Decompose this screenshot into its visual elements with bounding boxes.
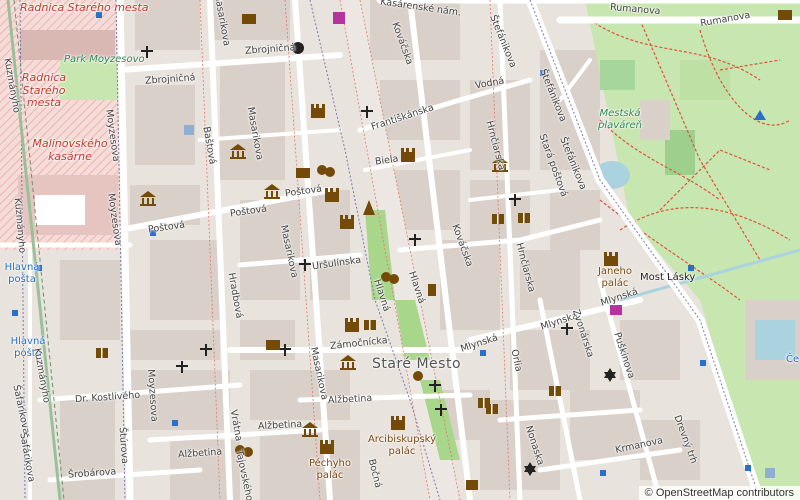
courtyard (35, 195, 85, 225)
castle-icon (325, 188, 339, 202)
castle-icon (311, 104, 325, 118)
label-most-lasky: Most Lásky (640, 272, 696, 283)
label-radnica-stareho-2: Radnica Starého mesta (21, 71, 67, 110)
castle-icon (320, 440, 334, 454)
library-icon (364, 320, 376, 330)
courthouse-icon (242, 14, 256, 24)
map-canvas[interactable]: Radnica Starého mesta Radnica Starého me… (0, 0, 800, 500)
label-radnica-stareho-1: Radnica Starého mesta (20, 1, 149, 14)
cinema-icon (266, 340, 280, 350)
library-icon (549, 386, 561, 396)
library-icon (486, 404, 498, 414)
shop-basket-icon (610, 305, 622, 315)
label-stare-mesto: Staré Mesto (372, 356, 462, 372)
castle-icon (401, 148, 415, 162)
castle-icon (345, 318, 359, 332)
artwork-icon (466, 480, 478, 490)
castle-icon (391, 416, 405, 430)
shop-icon (333, 12, 345, 24)
label-mestska-plavaren: Mestská plaváreň (598, 108, 642, 131)
map-attribution[interactable]: © OpenStreetMap contributors (638, 486, 800, 500)
label-ce: Če (786, 354, 800, 365)
parking-icon (765, 468, 775, 478)
street-label: Alžbetina (327, 392, 373, 407)
park-meadow (680, 60, 730, 100)
street-label: Alžbetina (257, 418, 303, 433)
sun-dial-icon (413, 371, 423, 381)
label-malinovskeho: Malinovského kasárne (32, 137, 108, 163)
label-arcibiskupsky-palac: Arcibiskupský palác (367, 434, 437, 457)
library-icon (492, 214, 504, 224)
parking-icon (184, 125, 194, 135)
castle-icon (604, 252, 618, 266)
label-janeho-palac: Janeho palác (597, 266, 633, 289)
sculpture-icon (428, 284, 436, 296)
castle-icon (340, 215, 354, 229)
library-icon (518, 213, 530, 223)
label-pechyho-palac: Péchyho palác (308, 458, 352, 481)
camera-icon (778, 10, 792, 20)
attribution-text: © OpenStreetMap contributors (644, 487, 794, 499)
label-park-moyzesovo: Park Moyzesovo (64, 54, 145, 65)
label-hlavna-posta-1: Hlavná pošta (4, 262, 40, 285)
library-icon (96, 348, 108, 358)
sports-field (600, 60, 635, 90)
cinema-icon (296, 168, 310, 178)
